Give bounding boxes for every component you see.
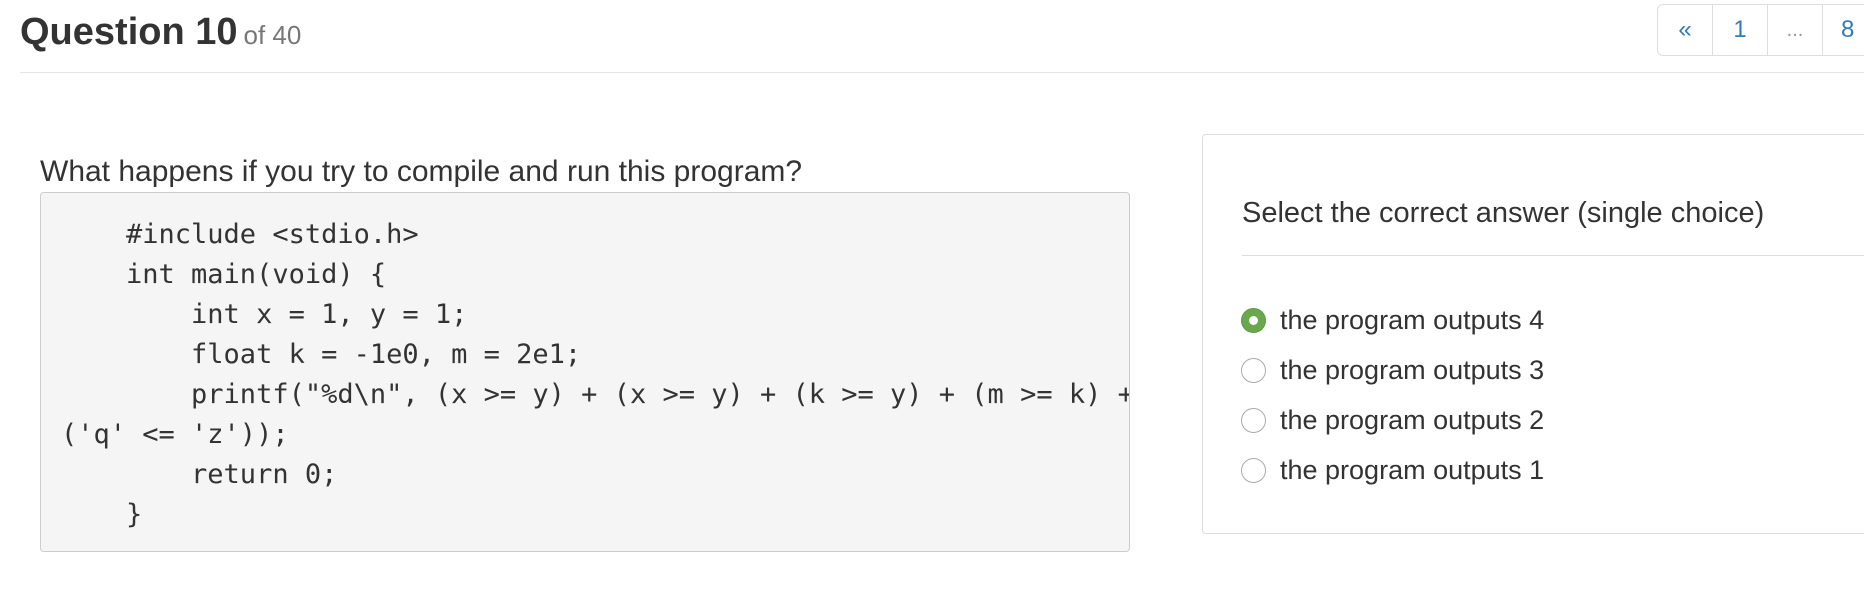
question-text: What happens if you try to compile and r… <box>40 155 803 188</box>
page-title: Question 10 of 40 <box>20 10 301 56</box>
pagination-prev-button[interactable]: « <box>1658 5 1713 55</box>
question-count: of 40 <box>243 20 302 50</box>
answer-panel: Select the correct answer (single choice… <box>1202 134 1864 534</box>
header: Question 10 of 40 <box>20 0 1864 73</box>
pagination-ellipsis: ... <box>1768 5 1823 55</box>
radio-button[interactable] <box>1241 407 1266 433</box>
answer-option-1[interactable]: the program outputs 4 <box>1241 295 1544 345</box>
radio-button[interactable] <box>1241 357 1266 383</box>
radio-button[interactable] <box>1241 307 1266 333</box>
answer-option-3[interactable]: the program outputs 2 <box>1241 395 1544 445</box>
question-number: Question 10 <box>20 11 238 53</box>
radio-button[interactable] <box>1241 457 1266 483</box>
answer-options: the program outputs 4 the program output… <box>1241 295 1544 495</box>
answer-option-label: the program outputs 2 <box>1280 404 1545 435</box>
answer-option-label: the program outputs 4 <box>1280 304 1545 335</box>
answer-option-label: the program outputs 1 <box>1280 454 1545 485</box>
divider <box>1242 255 1864 256</box>
answer-option-4[interactable]: the program outputs 1 <box>1241 445 1544 495</box>
code-block: #include <stdio.h> int main(void) { int … <box>40 192 1130 552</box>
pagination-page-1[interactable]: 1 <box>1713 5 1768 55</box>
answer-option-2[interactable]: the program outputs 3 <box>1241 345 1544 395</box>
answer-panel-heading: Select the correct answer (single choice… <box>1242 197 1765 229</box>
pagination-page-next[interactable]: 8 <box>1823 5 1864 55</box>
answer-option-label: the program outputs 3 <box>1280 354 1545 385</box>
pagination: « 1 ... 8 <box>1657 4 1864 56</box>
